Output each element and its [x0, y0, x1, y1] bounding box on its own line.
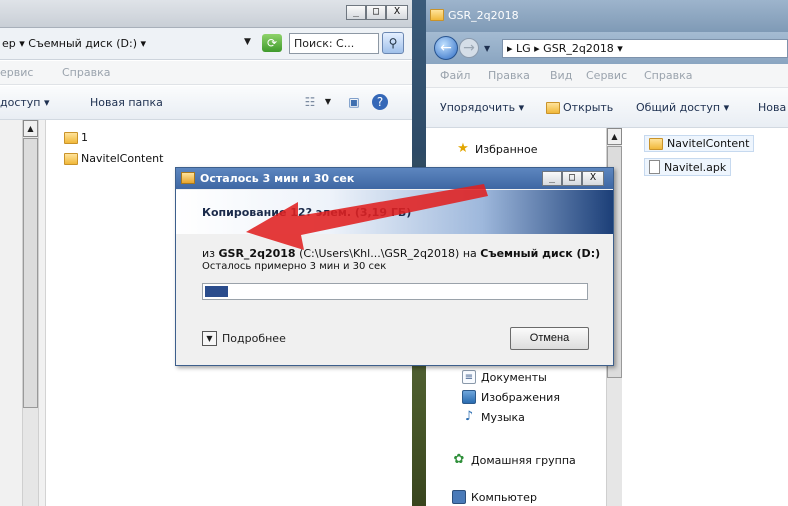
destination-name[interactable]: Съемный диск (D:) [480, 247, 600, 260]
share-button[interactable]: доступ ▾ [0, 96, 50, 109]
nav-computer[interactable]: Компьютер [452, 490, 537, 504]
folder-open-icon [546, 101, 560, 114]
nav-label: Музыка [481, 410, 525, 424]
address-path[interactable]: ▸ LG ▸ GSR_2q2018 ▾ [502, 39, 788, 58]
dialog-caption-buttons: _ □ X [542, 171, 604, 186]
folder-icon [649, 137, 663, 150]
new-folder-button[interactable]: Новая папка [90, 96, 163, 109]
forward-icon[interactable]: → [459, 38, 479, 58]
share-button[interactable]: Общий доступ ▾ [636, 101, 729, 114]
maximize-icon[interactable]: □ [562, 171, 582, 186]
right-toolbar: Упорядочить ▾ Открыть Общий доступ ▾ Нов… [426, 88, 788, 128]
nav-label: Компьютер [471, 490, 537, 504]
list-item[interactable]: Navitel.apk [644, 158, 732, 176]
nav-label: Изображения [481, 390, 560, 404]
apk-file-icon [649, 160, 660, 174]
left-toolbar: доступ ▾ Новая папка ☷ ▼ ▣ ? [0, 86, 412, 120]
cancel-button[interactable]: Отмена [510, 327, 589, 350]
back-icon[interactable]: ← [434, 36, 458, 60]
from-prefix: из [202, 247, 219, 260]
folder-icon [64, 131, 78, 144]
homegroup-icon: ✿ [453, 452, 465, 467]
help-icon[interactable]: ? [372, 94, 388, 110]
nav-label: Избранное [475, 142, 538, 156]
minimize-icon[interactable]: _ [346, 5, 366, 20]
right-menu-bar: Файл Правка Вид Сервис Справка [426, 64, 788, 88]
left-address-bar: ер ▾ Съемный диск (D:) ▾ ▼ ⟳ Поиск: С...… [0, 28, 412, 60]
view-options-icon[interactable]: ☷ [302, 94, 318, 110]
more-details-button[interactable]: ▼ [202, 331, 217, 346]
scroll-up-icon[interactable]: ▲ [607, 128, 622, 145]
preview-pane-icon[interactable]: ▣ [346, 94, 362, 110]
search-input[interactable]: Поиск: С... [289, 33, 379, 54]
music-icon: ♪ [464, 409, 474, 424]
document-icon: ≡ [462, 370, 476, 384]
arrow-shape [246, 184, 488, 250]
nav-homegroup[interactable]: ✿ Домашняя группа [452, 453, 576, 467]
folder-icon [430, 9, 444, 21]
nav-music[interactable]: ♪ Музыка [462, 410, 525, 424]
nav-label: Домашняя группа [471, 453, 576, 467]
list-item[interactable]: 1 [64, 131, 88, 144]
close-icon[interactable]: X [582, 171, 604, 186]
menu-help[interactable]: Справка [62, 66, 110, 79]
folder-icon [64, 152, 78, 165]
nav-label: Документы [481, 370, 547, 384]
refresh-icon[interactable]: ⟳ [262, 34, 282, 52]
menu-service[interactable]: ервис [0, 66, 33, 79]
right-address-bar: ← → ▼ ▸ LG ▸ GSR_2q2018 ▾ [426, 32, 788, 64]
search-icon[interactable]: ⚲ [382, 32, 404, 54]
open-label: Открыть [563, 101, 614, 114]
file-name: 1 [81, 131, 88, 144]
chevron-down-icon[interactable]: ▼ [320, 94, 336, 110]
list-item[interactable]: NavitelContent [644, 135, 755, 152]
copy-progress-bar [202, 283, 588, 300]
maximize-icon[interactable]: □ [366, 5, 386, 20]
left-window-titlebar: _ □ X [0, 0, 412, 28]
left-menu-bar: ервис Справка [0, 61, 412, 85]
time-remaining-text: Осталось примерно 3 мин и 30 сек [202, 261, 387, 272]
open-button[interactable]: Открыть [546, 101, 613, 114]
progress-fill [205, 286, 228, 297]
menu-edit[interactable]: Правка [488, 69, 530, 82]
nav-images[interactable]: Изображения [462, 390, 560, 404]
new-button[interactable]: Нова [758, 101, 786, 114]
close-icon[interactable]: X [386, 5, 408, 20]
menu-help[interactable]: Справка [644, 69, 692, 82]
file-name: Navitel.apk [664, 160, 727, 174]
scroll-thumb[interactable] [23, 138, 38, 408]
nav-favorites[interactable]: ★ Избранное [456, 142, 537, 156]
red-arrow-annotation [246, 184, 488, 250]
image-icon [462, 390, 476, 404]
organize-button[interactable]: Упорядочить ▾ [440, 101, 524, 114]
left-breadcrumb[interactable]: ер ▾ Съемный диск (D:) ▾ [2, 37, 146, 50]
left-window-caption-buttons: _ □ X [346, 5, 408, 20]
scroll-up-icon[interactable]: ▲ [23, 120, 38, 137]
computer-icon [452, 490, 466, 504]
copy-icon [181, 172, 195, 184]
menu-service[interactable]: Сервис [586, 69, 627, 82]
left-scrollbar[interactable]: ▲ [22, 120, 39, 506]
list-item[interactable]: NavitelContent [64, 152, 163, 165]
right-window-titlebar: GSR_2q2018 [426, 0, 788, 32]
file-name: NavitelContent [81, 152, 164, 165]
menu-file[interactable]: Файл [440, 69, 470, 82]
nav-documents[interactable]: ≡ Документы [462, 370, 547, 384]
more-details-label[interactable]: Подробнее [222, 332, 286, 345]
window-title: GSR_2q2018 [448, 9, 519, 22]
chevron-down-icon[interactable]: ▼ [484, 44, 490, 53]
star-icon: ★ [457, 141, 469, 156]
file-name: NavitelContent [667, 137, 750, 150]
menu-view[interactable]: Вид [550, 69, 572, 82]
minimize-icon[interactable]: _ [542, 171, 562, 186]
chevron-down-icon[interactable]: ▼ [244, 37, 251, 47]
